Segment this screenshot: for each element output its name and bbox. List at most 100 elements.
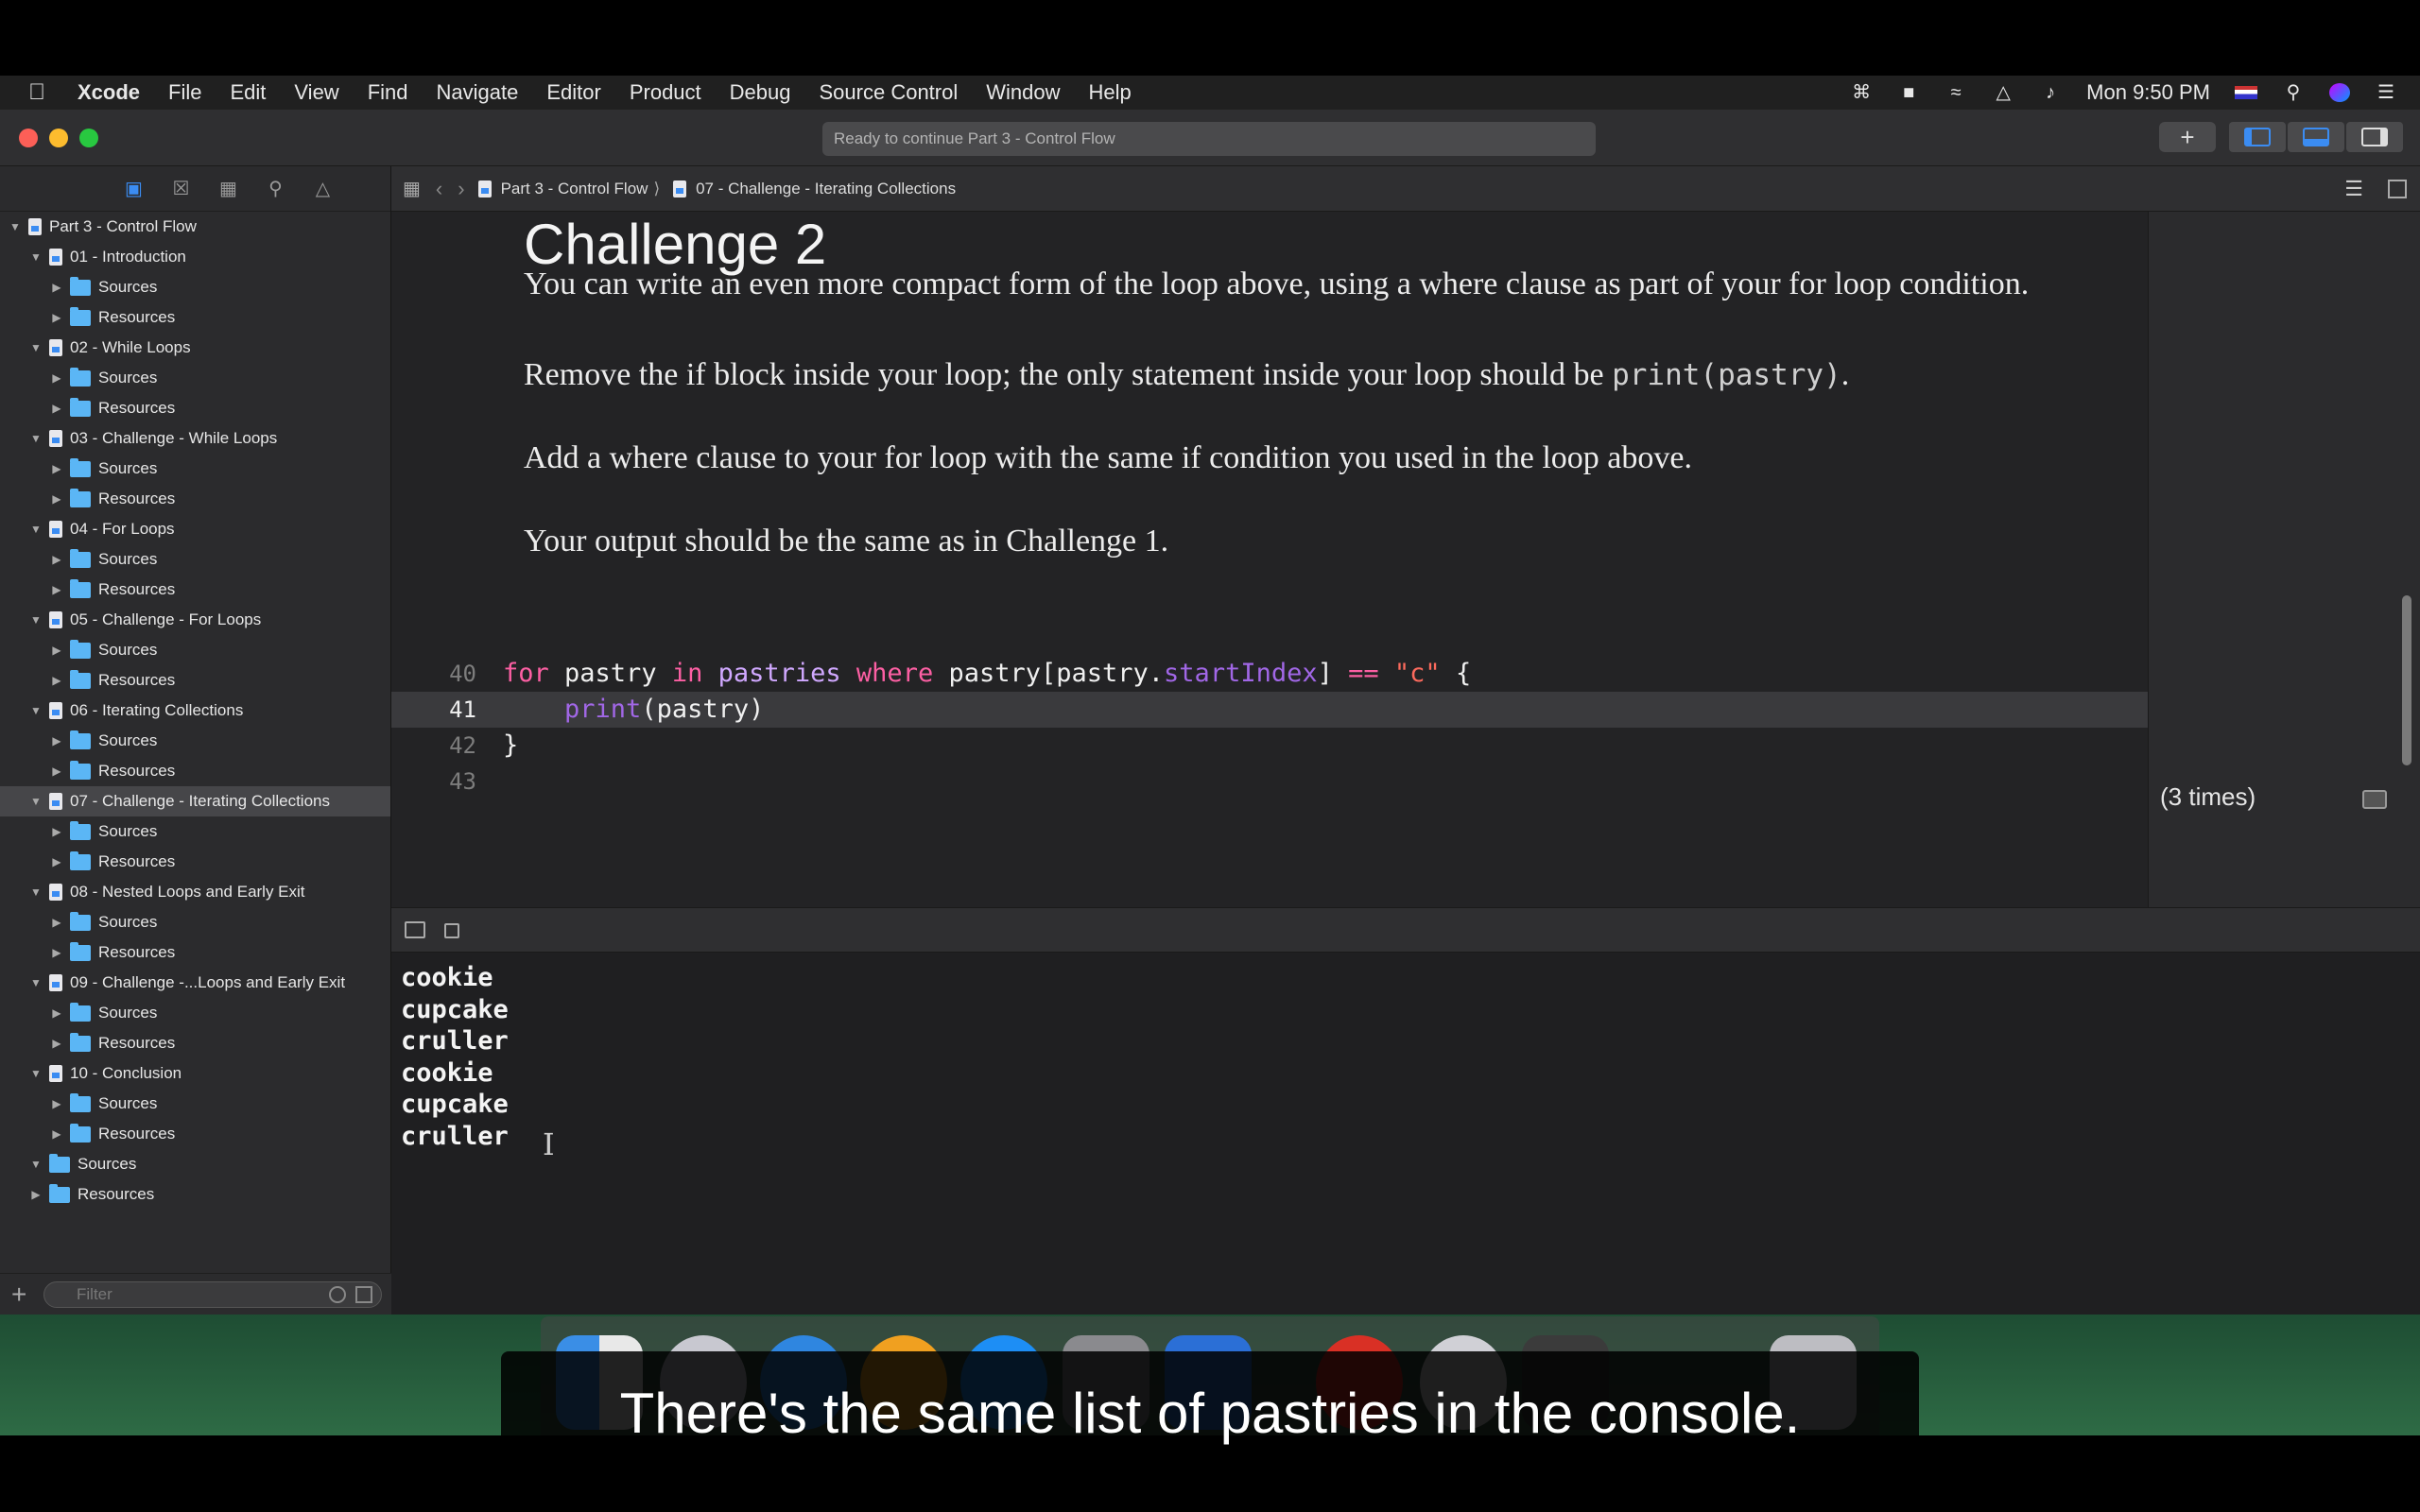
disclosure-open-icon[interactable]: ▼ bbox=[28, 432, 43, 445]
disclosure-open-icon[interactable]: ▼ bbox=[28, 250, 43, 264]
airplay-icon[interactable]: △ bbox=[1992, 83, 2014, 102]
navigator-file-item[interactable]: ▼ 09 - Challenge -...Loops and Early Exit bbox=[0, 968, 390, 998]
disclosure-open-icon[interactable]: ▼ bbox=[28, 613, 43, 627]
navigator-folder-item[interactable]: ▶ Resources bbox=[0, 937, 390, 968]
siri-icon[interactable] bbox=[2329, 83, 2350, 102]
minimize-window-button[interactable] bbox=[49, 129, 68, 147]
spotlight-icon[interactable]: ⚲ bbox=[2282, 83, 2305, 102]
navigator-folder-item[interactable]: ▶ Sources bbox=[0, 454, 390, 484]
disclosure-open-icon[interactable]: ▼ bbox=[28, 1067, 43, 1080]
disclosure-closed-icon[interactable]: ▶ bbox=[49, 765, 64, 778]
apple-icon[interactable]:  bbox=[28, 79, 60, 106]
menu-debug[interactable]: Debug bbox=[730, 80, 791, 105]
disclosure-open-icon[interactable]: ▼ bbox=[28, 523, 43, 536]
navigator-folder-item[interactable]: ▼ Sources bbox=[0, 1149, 390, 1179]
disclosure-closed-icon[interactable]: ▶ bbox=[49, 583, 64, 596]
quick-look-icon[interactable] bbox=[2362, 790, 2387, 809]
navigator-folder-item[interactable]: ▶ Resources bbox=[0, 665, 390, 696]
close-window-button[interactable] bbox=[19, 129, 38, 147]
navigator-file-item[interactable]: ▼ 07 - Challenge - Iterating Collections bbox=[0, 786, 390, 816]
menu-help[interactable]: Help bbox=[1089, 80, 1132, 105]
navigator-folder-item[interactable]: ▶ Sources bbox=[0, 363, 390, 393]
disclosure-closed-icon[interactable]: ▶ bbox=[49, 311, 64, 324]
editor-options-icon[interactable]: ☰ bbox=[2344, 177, 2363, 201]
command-icon[interactable]: ⌘ bbox=[1850, 83, 1873, 102]
source-editor[interactable]: Challenge 2 You can write an even more c… bbox=[391, 212, 2148, 907]
navigator-folder-item[interactable]: ▶ Resources bbox=[0, 756, 390, 786]
notification-center-icon[interactable]: ☰ bbox=[2375, 83, 2397, 102]
navigator-folder-item[interactable]: ▶ Resources bbox=[0, 1179, 390, 1210]
navigator-folder-item[interactable]: ▶ Resources bbox=[0, 302, 390, 333]
console-output[interactable]: cookie cupcake cruller cookie cupcake cruller… bbox=[391, 953, 2420, 1314]
disclosure-closed-icon[interactable]: ▶ bbox=[49, 1097, 64, 1110]
navigator-file-item[interactable]: ▼ 03 - Challenge - While Loops bbox=[0, 423, 390, 454]
recent-files-icon[interactable] bbox=[329, 1286, 346, 1303]
navigator-file-item[interactable]: ▼ 04 - For Loops bbox=[0, 514, 390, 544]
menu-file[interactable]: File bbox=[168, 80, 201, 105]
disclosure-closed-icon[interactable]: ▶ bbox=[49, 462, 64, 475]
disclosure-closed-icon[interactable]: ▶ bbox=[49, 855, 64, 868]
related-items-icon[interactable]: ▦ bbox=[403, 177, 421, 200]
disclosure-open-icon[interactable]: ▼ bbox=[28, 341, 43, 354]
navigator-file-item[interactable]: ▼ 01 - Introduction bbox=[0, 242, 390, 272]
disclosure-closed-icon[interactable]: ▶ bbox=[49, 734, 64, 747]
disclosure-closed-icon[interactable]: ▶ bbox=[49, 946, 64, 959]
menu-xcode[interactable]: Xcode bbox=[78, 80, 140, 105]
menu-source-control[interactable]: Source Control bbox=[820, 80, 959, 105]
menu-product[interactable]: Product bbox=[630, 80, 701, 105]
disclosure-closed-icon[interactable]: ▶ bbox=[49, 916, 64, 929]
symbol-icon[interactable]: ▦ bbox=[218, 179, 239, 199]
disclosure-closed-icon[interactable]: ▶ bbox=[49, 553, 64, 566]
wifi-icon[interactable]: ≈ bbox=[1945, 83, 1967, 102]
navigator-folder-item[interactable]: ▶ Sources bbox=[0, 907, 390, 937]
menu-window[interactable]: Window bbox=[986, 80, 1060, 105]
disclosure-closed-icon[interactable]: ▶ bbox=[49, 281, 64, 294]
code-line[interactable]: 40 for pastry in pastries where pastry[pa… bbox=[391, 656, 2148, 692]
menu-find[interactable]: Find bbox=[368, 80, 408, 105]
navigator-folder-item[interactable]: ▶ Sources bbox=[0, 272, 390, 302]
navigator-file-item[interactable]: ▼ Part 3 - Control Flow bbox=[0, 212, 390, 242]
menu-navigate[interactable]: Navigate bbox=[437, 80, 519, 105]
disclosure-open-icon[interactable]: ▼ bbox=[28, 1158, 43, 1171]
disclosure-closed-icon[interactable]: ▶ bbox=[49, 1037, 64, 1050]
zoom-window-button[interactable] bbox=[79, 129, 98, 147]
breadcrumb-item[interactable]: 07 - Challenge - Iterating Collections bbox=[660, 180, 956, 198]
add-file-button[interactable]: + bbox=[11, 1280, 26, 1310]
find-icon[interactable]: ⚲ bbox=[266, 179, 286, 199]
scm-filter-icon[interactable] bbox=[355, 1286, 372, 1303]
code-line[interactable]: 41 print(pastry) bbox=[391, 692, 2148, 728]
disclosure-closed-icon[interactable]: ▶ bbox=[49, 1127, 64, 1141]
hide-debug-area-icon[interactable] bbox=[405, 921, 425, 938]
source-control-icon[interactable]: ☒ bbox=[171, 179, 192, 199]
toggle-navigator-button[interactable] bbox=[2229, 122, 2286, 152]
navigator-file-item[interactable]: ▼ 02 - While Loops bbox=[0, 333, 390, 363]
navigator-folder-item[interactable]: ▶ Sources bbox=[0, 816, 390, 847]
forward-arrow-icon[interactable]: › bbox=[458, 177, 464, 201]
disclosure-closed-icon[interactable]: ▶ bbox=[49, 644, 64, 657]
disclosure-open-icon[interactable]: ▼ bbox=[28, 704, 43, 717]
toggle-debug-area-button[interactable] bbox=[2288, 122, 2344, 152]
navigator-folder-item[interactable]: ▶ Resources bbox=[0, 393, 390, 423]
disclosure-closed-icon[interactable]: ▶ bbox=[49, 492, 64, 506]
add-library-button[interactable]: + bbox=[2159, 122, 2216, 152]
disclosure-open-icon[interactable]: ▼ bbox=[8, 220, 23, 233]
disclosure-closed-icon[interactable]: ▶ bbox=[28, 1188, 43, 1201]
disclosure-closed-icon[interactable]: ▶ bbox=[49, 825, 64, 838]
navigator-folder-item[interactable]: ▶ Resources bbox=[0, 484, 390, 514]
menubar-clock[interactable]: Mon 9:50 PM bbox=[2086, 80, 2210, 105]
vertical-scrollbar[interactable] bbox=[2402, 595, 2411, 765]
disclosure-closed-icon[interactable]: ▶ bbox=[49, 371, 64, 385]
disclosure-closed-icon[interactable]: ▶ bbox=[49, 1006, 64, 1020]
code-line[interactable]: 42} bbox=[391, 728, 2148, 764]
navigator-file-item[interactable]: ▼ 06 - Iterating Collections bbox=[0, 696, 390, 726]
flag-icon[interactable] bbox=[2235, 86, 2257, 99]
menu-editor[interactable]: Editor bbox=[546, 80, 600, 105]
navigator-folder-item[interactable]: ▶ Sources bbox=[0, 635, 390, 665]
navigator-file-item[interactable]: ▼ 08 - Nested Loops and Early Exit bbox=[0, 877, 390, 907]
disclosure-open-icon[interactable]: ▼ bbox=[28, 885, 43, 899]
navigator-folder-item[interactable]: ▶ Sources bbox=[0, 998, 390, 1028]
run-playground-icon[interactable] bbox=[444, 923, 459, 938]
result-label[interactable]: (3 times) bbox=[2160, 782, 2256, 812]
add-editor-icon[interactable] bbox=[2388, 179, 2407, 198]
disclosure-closed-icon[interactable]: ▶ bbox=[49, 402, 64, 415]
